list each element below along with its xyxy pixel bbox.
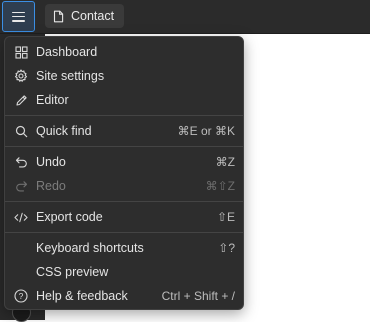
menu-item-export-code[interactable]: Export code ⇧E	[5, 205, 243, 229]
menu-item-shortcut: ⌘E or ⌘K	[177, 124, 235, 138]
menu-item-shortcut: ⌘⇧Z	[205, 179, 235, 193]
menu-divider	[5, 201, 243, 202]
menu-toggle-button[interactable]	[2, 1, 35, 32]
menu-item-label: Undo	[36, 155, 66, 169]
menu-item-shortcut: ⌘Z	[215, 155, 235, 169]
hamburger-icon	[12, 11, 25, 22]
page-tab-label: Contact	[71, 9, 115, 23]
code-icon	[14, 210, 28, 224]
top-toolbar: Contact	[0, 0, 370, 34]
menu-item-dashboard[interactable]: Dashboard	[5, 40, 243, 64]
menu-item-label: Editor	[36, 93, 69, 107]
menu-item-undo[interactable]: Undo ⌘Z	[5, 150, 243, 174]
help-circle-icon: ?	[14, 289, 28, 303]
redo-icon	[14, 179, 28, 193]
menu-divider	[5, 115, 243, 116]
menu-item-label: Keyboard shortcuts	[36, 241, 144, 255]
menu-divider	[5, 146, 243, 147]
pencil-icon	[14, 93, 28, 107]
menu-item-help-feedback[interactable]: ? Help & feedback Ctrl + Shift + /	[5, 284, 243, 308]
main-menu-dropdown: Dashboard Site settings Editor Quick fin…	[4, 36, 244, 310]
menu-divider	[5, 232, 243, 233]
menu-item-label: CSS preview	[36, 265, 109, 279]
menu-item-shortcut: ⇧E	[216, 210, 235, 224]
undo-icon	[14, 155, 28, 169]
menu-item-label: Site settings	[36, 69, 105, 83]
gear-icon	[14, 69, 28, 83]
menu-item-keyboard-shortcuts[interactable]: Keyboard shortcuts ⇧?	[5, 236, 243, 260]
menu-item-css-preview[interactable]: CSS preview	[5, 260, 243, 284]
menu-item-label: Export code	[36, 210, 103, 224]
menu-item-quick-find[interactable]: Quick find ⌘E or ⌘K	[5, 119, 243, 143]
grid-icon	[14, 45, 28, 59]
menu-item-label: Redo	[36, 179, 66, 193]
menu-item-label: Dashboard	[36, 45, 98, 59]
page-icon	[53, 10, 64, 22]
menu-item-label: Help & feedback	[36, 289, 128, 303]
menu-item-shortcut: ⇧?	[218, 241, 235, 255]
svg-text:?: ?	[19, 291, 24, 301]
page-tab-contact[interactable]: Contact	[45, 4, 125, 28]
menu-item-shortcut: Ctrl + Shift + /	[161, 289, 235, 303]
menu-item-redo[interactable]: Redo ⌘⇧Z	[5, 174, 243, 198]
menu-item-site-settings[interactable]: Site settings	[5, 64, 243, 88]
search-icon	[14, 124, 28, 138]
menu-item-editor[interactable]: Editor	[5, 88, 243, 112]
menu-item-label: Quick find	[36, 124, 92, 138]
